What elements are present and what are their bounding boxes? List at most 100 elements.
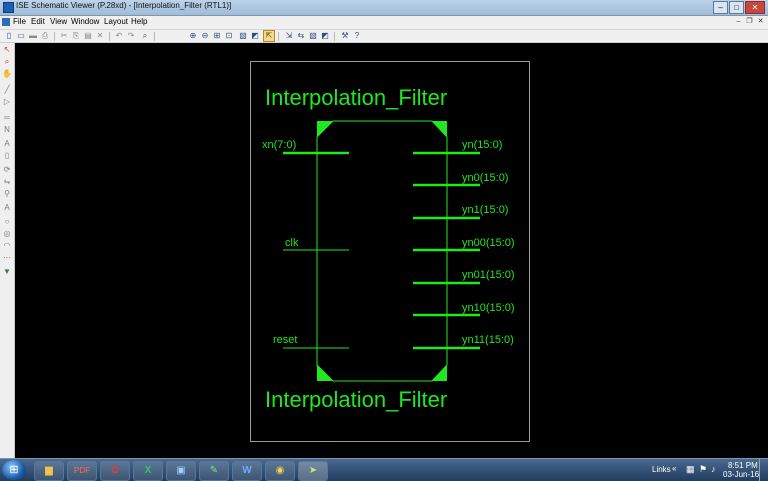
copy-icon[interactable]: ⎘ bbox=[71, 31, 81, 41]
menu-file[interactable]: File bbox=[13, 17, 26, 26]
start-button[interactable]: ⊞ bbox=[2, 460, 26, 480]
title-bar: ISE Schematic Viewer (P.28xd) - [Interpo… bbox=[0, 0, 768, 16]
menu-bar: File Edit View Window Layout Help – ❐ ✕ bbox=[0, 16, 768, 30]
menu-window[interactable]: Window bbox=[71, 17, 99, 26]
zoom-out-icon[interactable]: ⊖ bbox=[200, 31, 210, 41]
ellipse-tool-icon[interactable]: ◎ bbox=[2, 229, 12, 239]
pin-label-yn11: yn11(15:0) bbox=[462, 334, 514, 346]
show-desktop-button[interactable] bbox=[759, 459, 768, 481]
maximize-button[interactable]: □ bbox=[729, 1, 744, 14]
schematic-canvas[interactable]: Interpolation_Filter Interpolation_Filte… bbox=[15, 43, 768, 458]
pin-label-xn: xn(7:0) bbox=[262, 139, 297, 151]
flag-icon[interactable]: ⚑ bbox=[699, 464, 707, 475]
paste-icon[interactable]: ▤ bbox=[83, 31, 93, 41]
add-bus-icon[interactable]: ═ bbox=[2, 113, 12, 123]
marker-icon[interactable]: ⚲ bbox=[2, 189, 12, 199]
pan-tool-icon[interactable]: ✋ bbox=[2, 69, 12, 79]
document-window-controls: – ❐ ✕ bbox=[734, 17, 765, 26]
show-nets-icon[interactable]: ⇆ bbox=[296, 31, 306, 41]
schematic-view-icon[interactable]: ◩ bbox=[250, 31, 260, 41]
links-toolbar[interactable]: Links bbox=[652, 465, 671, 474]
pin-label-yn0: yn0(15:0) bbox=[462, 172, 509, 184]
zoom-selected-icon[interactable]: ⊡ bbox=[224, 31, 234, 41]
pdf-icon[interactable]: PDF bbox=[67, 461, 97, 481]
ise-tool-icon[interactable]: ✎ bbox=[199, 461, 229, 481]
add-pin-icon[interactable]: ▷ bbox=[2, 97, 12, 107]
pin-label-yn1: yn1(15:0) bbox=[462, 204, 509, 216]
select-icon[interactable]: ▧ bbox=[238, 31, 248, 41]
network-icon[interactable]: ▦ bbox=[686, 464, 695, 475]
toolbar-separator bbox=[278, 32, 279, 41]
pin-label-yn10: yn10(15:0) bbox=[462, 302, 515, 314]
properties-icon[interactable]: ⚒ bbox=[340, 31, 350, 41]
zoom-in-icon[interactable]: ⊕ bbox=[188, 31, 198, 41]
toolbar-separator bbox=[334, 32, 335, 41]
tool-sidebar: ↖ ⌕ ✋ ╱ ▷ ═ N A ▯ ⟳ ⇋ A ⚲ ○ ◎ ◠ ⋯ ▼ bbox=[0, 43, 15, 458]
document-icon[interactable] bbox=[2, 18, 10, 26]
page-view-icon[interactable]: ▧ bbox=[308, 31, 318, 41]
zoom-full-icon[interactable]: ⊞ bbox=[212, 31, 222, 41]
pin-label-yn01: yn01(15:0) bbox=[462, 269, 515, 281]
open-folder-icon[interactable]: ▭ bbox=[16, 31, 26, 41]
tray-expand-icon[interactable]: « bbox=[672, 464, 676, 473]
undo-icon[interactable]: ↶ bbox=[114, 31, 124, 41]
window-title: ISE Schematic Viewer (P.28xd) - [Interpo… bbox=[16, 1, 232, 10]
rotate-icon[interactable]: ⟳ bbox=[2, 165, 12, 175]
clock-date[interactable]: 03-Jun-16 bbox=[723, 470, 759, 479]
ise-app-icon[interactable] bbox=[3, 2, 14, 13]
menu-help[interactable]: Help bbox=[131, 17, 147, 26]
new-file-icon[interactable]: ▯ bbox=[4, 31, 14, 41]
doc-minimize-button[interactable]: – bbox=[734, 17, 743, 26]
collapse-icon[interactable]: ⇲ bbox=[284, 31, 294, 41]
mirror-icon[interactable]: ⇋ bbox=[2, 177, 12, 187]
grid-icon[interactable]: ⋯ bbox=[2, 253, 12, 263]
find-icon[interactable]: ⌕ bbox=[140, 31, 150, 41]
arrow-app-icon[interactable]: ➤ bbox=[298, 461, 328, 481]
media-player-icon[interactable]: ◉ bbox=[265, 461, 295, 481]
word-icon[interactable]: W bbox=[232, 461, 262, 481]
add-symbol-icon[interactable]: ▯ bbox=[2, 151, 12, 161]
zoom-tool-icon[interactable]: ⌕ bbox=[2, 57, 12, 67]
opera-icon[interactable]: O bbox=[100, 461, 130, 481]
minimize-button[interactable]: – bbox=[713, 1, 728, 14]
toolbar-separator bbox=[54, 32, 55, 41]
toolbar-separator bbox=[109, 32, 110, 41]
delete-icon[interactable]: ✕ bbox=[95, 31, 105, 41]
circle-tool-icon[interactable]: ○ bbox=[2, 217, 12, 227]
doc-restore-button[interactable]: ❐ bbox=[745, 17, 754, 26]
add-text-icon[interactable]: A bbox=[2, 139, 12, 149]
window-controls: – □ ✕ bbox=[713, 1, 765, 14]
image-viewer-icon[interactable]: ▣ bbox=[166, 461, 196, 481]
pin-label-clk: clk bbox=[285, 237, 299, 249]
close-button[interactable]: ✕ bbox=[745, 1, 765, 14]
clock-time[interactable]: 8:51 PM bbox=[728, 461, 758, 470]
folder-icon[interactable]: ▆ bbox=[34, 461, 64, 481]
menu-layout[interactable]: Layout bbox=[104, 17, 128, 26]
expand-icon[interactable]: ⇱ bbox=[263, 30, 275, 42]
redo-icon[interactable]: ↷ bbox=[126, 31, 136, 41]
volume-icon[interactable]: ♪ bbox=[711, 464, 716, 474]
menu-view[interactable]: View bbox=[50, 17, 67, 26]
pin-label-yn00: yn00(15:0) bbox=[462, 237, 515, 249]
page-layout-icon[interactable]: ◩ bbox=[320, 31, 330, 41]
arc-tool-icon[interactable]: ◠ bbox=[2, 241, 12, 251]
help-icon[interactable]: ? bbox=[352, 31, 362, 41]
select-arrow-icon[interactable]: ↖ bbox=[2, 45, 12, 55]
symbol-title-bottom: Interpolation_Filter bbox=[265, 387, 448, 412]
toolbar: ▯ ▭ ▬ ⎙ ✂ ⎘ ▤ ✕ ↶ ↷ ⌕ ⊕ ⊖ ⊞ ⊡ ▧ ◩ ⇱ ⇲ ⇆ … bbox=[0, 30, 768, 43]
excel-icon[interactable]: X bbox=[133, 461, 163, 481]
pin-label-yn: yn(15:0) bbox=[462, 139, 503, 151]
add-net-name-icon[interactable]: N bbox=[2, 125, 12, 135]
doc-close-button[interactable]: ✕ bbox=[756, 17, 765, 26]
save-icon[interactable]: ▬ bbox=[28, 31, 38, 41]
add-wire-icon[interactable]: ╱ bbox=[2, 85, 12, 95]
menu-edit[interactable]: Edit bbox=[31, 17, 45, 26]
corner-marker-bottom-left bbox=[317, 365, 333, 381]
taskbar: ⊞ ▆ PDF O X ▣ ✎ W ◉ ➤ Links « ▦ ⚑ ♪ 8:51… bbox=[0, 458, 768, 481]
symbol-title-top: Interpolation_Filter bbox=[265, 85, 448, 110]
text-annotation-icon[interactable]: A bbox=[2, 203, 12, 213]
cut-icon[interactable]: ✂ bbox=[59, 31, 69, 41]
print-icon[interactable]: ⎙ bbox=[40, 31, 50, 41]
toolbar-separator bbox=[154, 32, 155, 41]
hierarchy-icon[interactable]: ▼ bbox=[2, 267, 12, 277]
